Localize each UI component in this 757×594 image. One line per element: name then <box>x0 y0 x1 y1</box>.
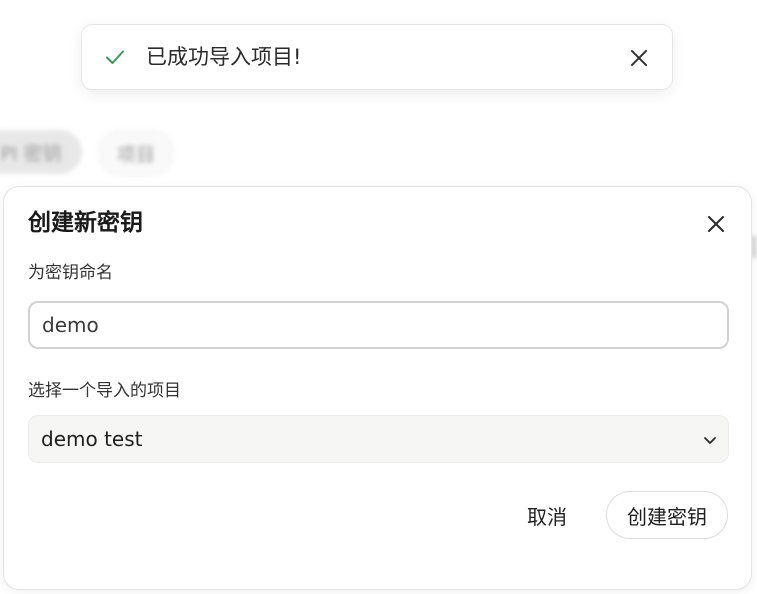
create-key-dialog: 创建新密钥 为密钥命名 选择一个导入的项目 demo test 取消 创建密钥 <box>3 186 752 590</box>
chevron-down-icon <box>704 437 716 444</box>
background-tab-api-keys: PI 密钥 <box>0 130 82 174</box>
project-select-label: 选择一个导入的项目 <box>28 381 181 401</box>
key-name-label: 为密钥命名 <box>28 263 113 283</box>
close-icon[interactable] <box>630 49 648 67</box>
cancel-button[interactable]: 取消 <box>512 491 582 539</box>
background-tabs: PI 密钥 项目 <box>0 128 220 176</box>
create-key-button[interactable]: 创建密钥 <box>606 491 728 539</box>
background-tab-projects: 项目 <box>98 130 174 176</box>
check-icon <box>106 50 124 64</box>
close-icon[interactable] <box>707 215 725 233</box>
key-name-input[interactable] <box>28 301 729 349</box>
project-select[interactable]: demo test <box>28 415 729 463</box>
toast-message: 已成功导入项目! <box>146 45 302 69</box>
project-select-value: demo test <box>41 427 143 451</box>
dialog-title: 创建新密钥 <box>28 210 143 236</box>
success-toast: 已成功导入项目! <box>81 24 673 90</box>
